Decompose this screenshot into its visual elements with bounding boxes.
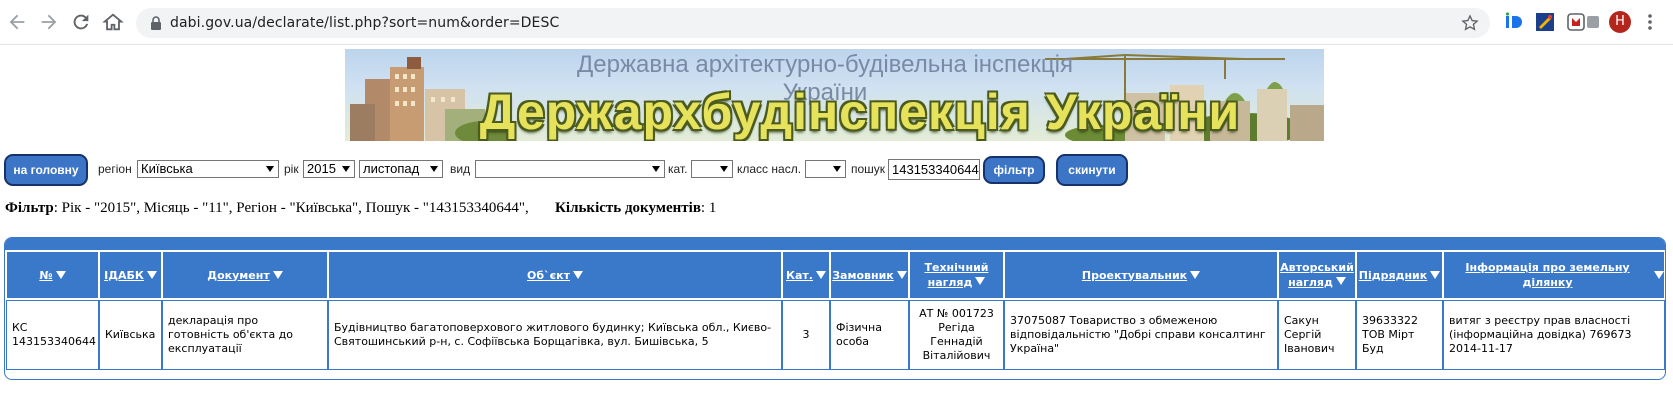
sort-arrow-icon	[1654, 271, 1664, 279]
browser-menu-icon[interactable]	[1646, 12, 1654, 32]
sort-arrow-icon	[1335, 277, 1346, 285]
lock-icon	[148, 15, 164, 31]
column-header-land-info[interactable]: Інформація про земельну ділянку	[1443, 251, 1665, 299]
sort-arrow-icon	[896, 271, 907, 279]
column-header-number-label: №	[39, 268, 53, 282]
home-icon[interactable]	[102, 11, 124, 33]
reload-icon[interactable]	[70, 11, 92, 33]
month-select-value: листопад	[363, 161, 420, 176]
forward-arrow-icon[interactable]	[38, 11, 60, 33]
filter-summary-text: : Рік - "2015", Місяць - "11", Регіон - …	[53, 200, 529, 216]
extension-grey-icon[interactable]	[1583, 12, 1603, 32]
column-header-object[interactable]: Об`єкт	[328, 251, 782, 299]
chevron-down-icon	[266, 166, 274, 172]
column-header-contractor-label: Підрядник	[1358, 268, 1428, 282]
column-header-technical-supervision-label-2: нагляд	[927, 276, 973, 289]
sort-arrow-icon	[1190, 271, 1201, 279]
sort-arrow-icon	[146, 271, 157, 279]
search-label: пошук	[851, 162, 886, 176]
column-header-idabk-label: ІДАБК	[104, 268, 144, 282]
column-header-author-supervision-label-1: Авторський	[1280, 261, 1354, 274]
column-header-category-label: Кат.	[786, 268, 813, 282]
cell-author-supervision: Сакун Сергій Іванович	[1278, 300, 1356, 370]
cell-category: 3	[782, 300, 830, 370]
sort-arrow-icon	[55, 271, 66, 279]
year-label: рік	[284, 162, 299, 176]
month-select[interactable]: листопад	[359, 160, 443, 178]
column-header-document-label: Документ	[207, 268, 270, 282]
chevron-down-icon	[652, 166, 660, 172]
column-header-number[interactable]: №	[6, 251, 99, 299]
filter-summary: Фільтр: Рік - "2015", Місяць - "11", Рег…	[5, 200, 716, 217]
column-header-author-supervision[interactable]: Авторський нагляд	[1278, 251, 1356, 299]
browser-toolbar: dabi.gov.ua/declarate/list.php?sort=num&…	[0, 0, 1673, 45]
column-header-object-label: Об`єкт	[527, 268, 570, 282]
column-header-customer[interactable]: Замовник	[830, 251, 909, 299]
cell-idabk: Київська	[99, 300, 162, 370]
banner-title: Держархбудінспекція України	[479, 84, 1241, 140]
column-header-document[interactable]: Документ	[162, 251, 328, 299]
region-label: регіон	[98, 162, 132, 176]
extension-paint-icon[interactable]	[1535, 12, 1555, 32]
sort-arrow-icon	[572, 271, 583, 279]
table-top-bar	[5, 238, 1665, 250]
column-header-customer-label: Замовник	[832, 268, 894, 282]
chevron-down-icon	[430, 166, 438, 172]
profile-avatar[interactable]: Н	[1609, 11, 1631, 33]
region-select-value: Київська	[141, 161, 193, 176]
site-banner: Державна архітектурно-будівельна інспекц…	[345, 49, 1324, 141]
cell-customer: Фізична особа	[830, 300, 909, 370]
type-label: вид	[450, 162, 471, 176]
category-select[interactable]	[691, 160, 733, 178]
column-header-technical-supervision-label-1: Технічний	[924, 261, 989, 274]
search-input[interactable]: 143153340644	[888, 159, 980, 180]
column-header-land-info-label: Інформація про земельну ділянку	[1465, 261, 1630, 289]
class-label: класс насл.	[737, 162, 802, 176]
column-header-designer-label: Проектувальник	[1081, 268, 1188, 282]
cell-land-info: витяг з реєстру прав власності (інформац…	[1443, 300, 1665, 370]
sort-arrow-icon	[272, 271, 283, 279]
column-header-idabk[interactable]: ІДАБК	[99, 251, 162, 299]
category-label: кат.	[668, 162, 688, 176]
column-header-author-supervision-label-2: нагляд	[1288, 276, 1333, 289]
chevron-down-icon	[720, 166, 728, 172]
column-header-category[interactable]: Кат.	[782, 251, 830, 299]
region-select[interactable]: Київська	[137, 160, 279, 178]
column-header-technical-supervision[interactable]: Технічний нагляд	[909, 251, 1004, 299]
column-header-designer[interactable]: Проектувальник	[1004, 251, 1278, 299]
cell-designer: 37075087 Товариство з обмеженою відповід…	[1004, 300, 1278, 370]
address-bar[interactable]: dabi.gov.ua/declarate/list.php?sort=num&…	[136, 8, 1490, 38]
sort-arrow-icon	[975, 277, 986, 285]
extension-id-icon[interactable]	[1504, 12, 1524, 32]
filter-summary-label: Фільтр	[5, 200, 54, 216]
chevron-down-icon	[833, 166, 841, 172]
class-select[interactable]	[805, 160, 846, 178]
filter-button[interactable]: фільтр	[983, 156, 1045, 184]
chevron-down-icon	[342, 166, 350, 172]
column-header-contractor[interactable]: Підрядник	[1356, 251, 1443, 299]
document-count-value: : 1	[700, 200, 717, 216]
results-table: № ІДАБК Документ Об`єкт Кат. Замовник Те…	[4, 237, 1666, 380]
cell-technical-supervision: АТ № 001723 Регіда Геннадій Віталійович	[909, 300, 1004, 370]
reset-button[interactable]: скинути	[1056, 154, 1128, 186]
type-select[interactable]	[475, 160, 665, 178]
cell-document: декларація про готовність об'єкта до екс…	[162, 300, 328, 370]
cell-contractor: 39633322 ТОВ Мірт Буд	[1356, 300, 1443, 370]
cell-object: Будівництво багатоповерхового житлового …	[328, 300, 782, 370]
year-select[interactable]: 2015	[303, 160, 355, 178]
sort-arrow-icon	[815, 271, 826, 279]
back-arrow-icon[interactable]	[6, 11, 28, 33]
bookmark-star-icon[interactable]	[1460, 13, 1480, 33]
sort-arrow-icon	[1430, 271, 1441, 279]
document-count-label: Кількість документів	[555, 200, 701, 216]
url-text: dabi.gov.ua/declarate/list.php?sort=num&…	[170, 15, 560, 31]
home-button[interactable]: на головну	[4, 154, 88, 186]
cell-number: КС 143153340644	[6, 300, 99, 370]
year-select-value: 2015	[307, 161, 336, 176]
